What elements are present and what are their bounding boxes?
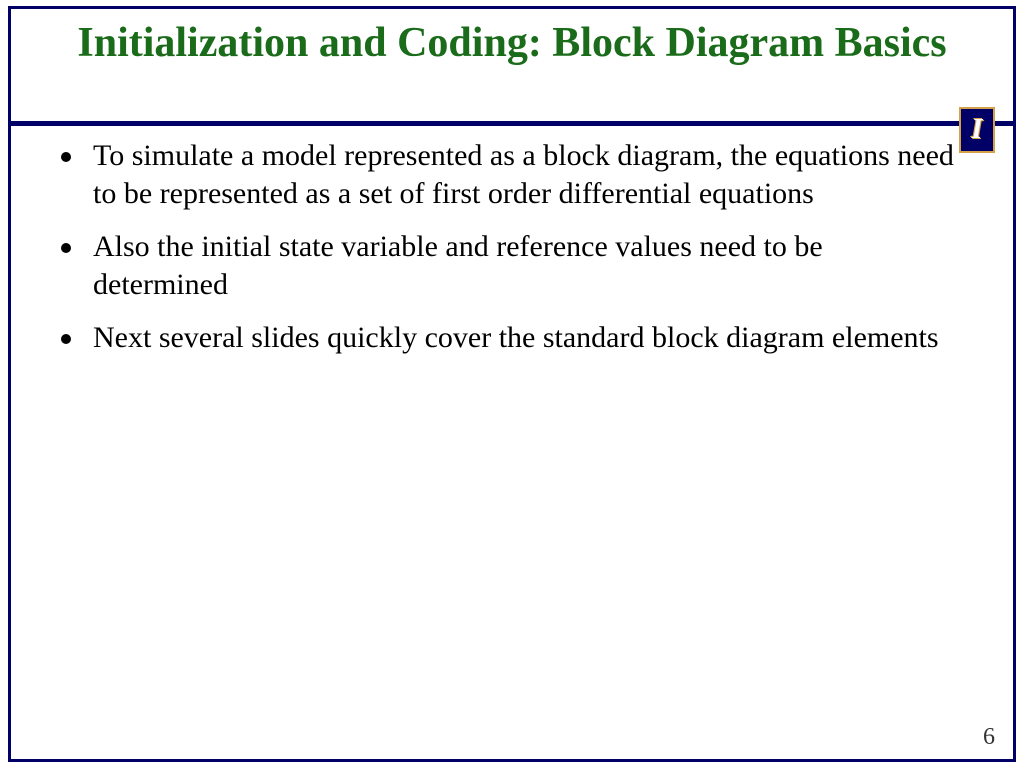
bullet-icon <box>61 334 71 344</box>
slide-frame: Initialization and Coding: Block Diagram… <box>8 6 1016 762</box>
bullet-item: To simulate a model represented as a blo… <box>61 137 963 214</box>
slide-title: Initialization and Coding: Block Diagram… <box>11 9 1013 75</box>
bullet-text: Next several slides quickly cover the st… <box>93 319 939 357</box>
bullet-item: Also the initial state variable and refe… <box>61 228 963 305</box>
page-number: 6 <box>983 724 995 751</box>
bullet-icon <box>61 152 71 162</box>
title-divider <box>8 121 1016 126</box>
bullet-icon <box>61 243 71 253</box>
logo-letter: I <box>972 114 983 146</box>
bullet-item: Next several slides quickly cover the st… <box>61 319 963 357</box>
illinois-logo-icon: I <box>959 107 995 153</box>
bullet-text: Also the initial state variable and refe… <box>93 228 963 305</box>
bullet-text: To simulate a model represented as a blo… <box>93 137 963 214</box>
slide-content: To simulate a model represented as a blo… <box>61 137 963 371</box>
